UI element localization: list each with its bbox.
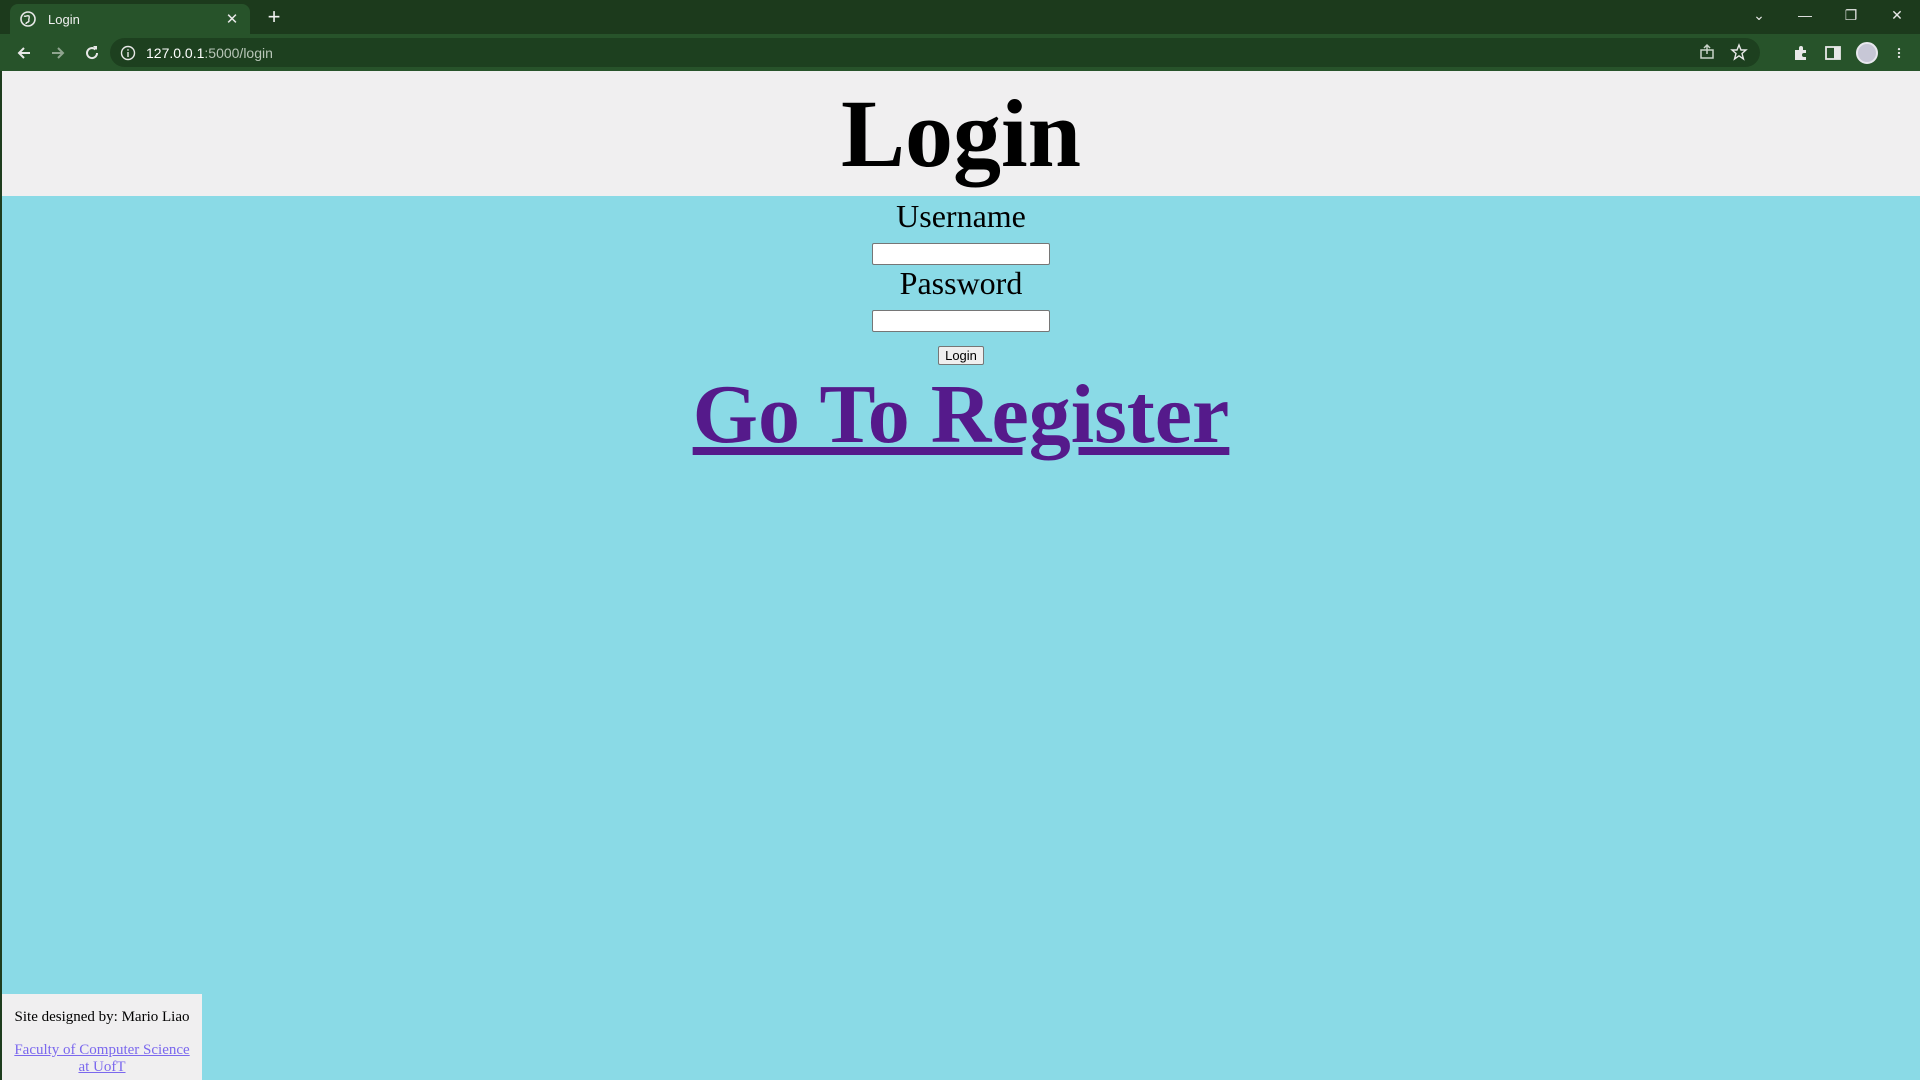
site-footer: Site designed by: Mario Liao Faculty of … bbox=[2, 994, 202, 1080]
password-input[interactable] bbox=[872, 310, 1050, 332]
address-bar[interactable]: 127.0.0.1 :5000/login bbox=[110, 38, 1760, 67]
restore-button[interactable]: ❐ bbox=[1828, 7, 1874, 24]
menu-kebab-icon[interactable] bbox=[1892, 44, 1906, 62]
page-title: Login bbox=[840, 80, 1082, 187]
password-label: Password bbox=[899, 265, 1023, 301]
window-controls: ⌄ — ❐ ✕ bbox=[1736, 0, 1920, 30]
go-to-register-link[interactable]: Go To Register bbox=[693, 365, 1230, 465]
forward-arrow-icon bbox=[52, 46, 65, 59]
url-host: 127.0.0.1 bbox=[146, 44, 205, 61]
tab-title: Login bbox=[48, 11, 80, 27]
minimize-button[interactable]: — bbox=[1782, 7, 1828, 23]
faculty-link[interactable]: Faculty of Computer Science at UofT bbox=[2, 1042, 202, 1076]
url-path: :5000/login bbox=[204, 44, 273, 61]
browser-toolbar: 127.0.0.1 :5000/login bbox=[0, 34, 1920, 71]
username-label: Username bbox=[896, 198, 1026, 234]
page-viewport: Login Username Password Login Go To Regi… bbox=[2, 71, 1920, 1080]
reload-icon bbox=[86, 45, 99, 59]
bookmark-star-icon[interactable] bbox=[1730, 43, 1748, 61]
browser-tab-strip: Login ✕ + ⌄ — ❐ ✕ bbox=[0, 0, 1920, 34]
globe-icon bbox=[20, 11, 36, 27]
new-tab-button[interactable]: + bbox=[262, 6, 286, 30]
browser-tab[interactable]: Login ✕ bbox=[10, 4, 250, 34]
close-window-button[interactable]: ✕ bbox=[1874, 7, 1920, 24]
profile-avatar[interactable] bbox=[1856, 42, 1878, 64]
back-arrow-icon bbox=[17, 46, 30, 59]
reload-button[interactable] bbox=[76, 37, 108, 69]
share-icon[interactable] bbox=[1698, 43, 1716, 61]
username-input[interactable] bbox=[872, 243, 1050, 265]
page-header: Login bbox=[2, 71, 1920, 196]
login-form: Username Password Login Go To Register bbox=[2, 198, 1920, 465]
login-button[interactable]: Login bbox=[938, 346, 984, 365]
back-button[interactable] bbox=[8, 37, 40, 69]
extensions-icon[interactable] bbox=[1792, 44, 1810, 62]
forward-button[interactable] bbox=[42, 37, 74, 69]
tab-close-icon[interactable]: ✕ bbox=[224, 10, 240, 28]
side-panel-icon[interactable] bbox=[1824, 44, 1842, 62]
site-info-icon[interactable] bbox=[120, 45, 136, 61]
designer-credit: Site designed by: Mario Liao bbox=[14, 1009, 190, 1025]
tab-search-icon[interactable]: ⌄ bbox=[1736, 7, 1782, 24]
